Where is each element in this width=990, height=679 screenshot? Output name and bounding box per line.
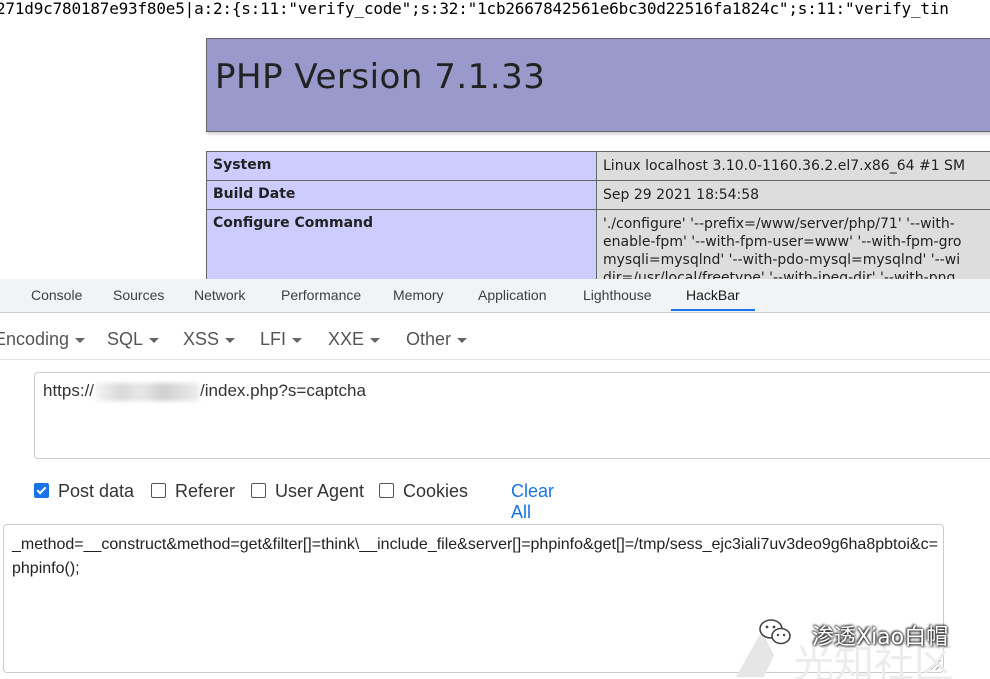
referer-checkbox[interactable]: Referer (151, 481, 235, 502)
info-value-line: Linux localhost 3.10.0-1160.36.2.el7.x86… (603, 158, 966, 174)
info-value-line: './configure' '--prefix=/www/server/php/… (603, 216, 955, 232)
checkbox-checked-icon[interactable] (34, 483, 49, 498)
tab-hackbar[interactable]: HackBar (686, 279, 740, 312)
php-info-page: 271d9c780187e93f80e5|a:2:{s:11:"verify_c… (0, 0, 990, 279)
info-value-line: enable-fpm' '--with-fpm-user=www' '--wit… (603, 234, 962, 250)
menu-label: LFI (260, 329, 287, 349)
info-value-line: dir=/usr/local/freetype' '--with-jpeg-di… (603, 270, 956, 279)
menu-label: SQL (107, 329, 144, 349)
tab-performance[interactable]: Performance (281, 279, 361, 312)
menu-label: Encoding (0, 329, 70, 349)
checkbox-icon[interactable] (251, 483, 266, 498)
session-data-line: 271d9c780187e93f80e5|a:2:{s:11:"verify_c… (0, 0, 949, 18)
caret-down-icon (75, 337, 86, 343)
url-prefix: https:// (43, 381, 95, 400)
info-key: Configure Command (206, 209, 597, 279)
tab-sources[interactable]: Sources (113, 279, 164, 312)
checkbox-icon[interactable] (151, 483, 166, 498)
post-data-textarea[interactable]: _method=__construct&method=get&filter[]=… (3, 524, 944, 673)
post-data-checkbox[interactable]: Post data (34, 481, 134, 502)
menu-label: XXE (328, 329, 365, 349)
tab-lighthouse[interactable]: Lighthouse (583, 279, 652, 312)
caret-down-icon (457, 337, 468, 343)
hackbar-menu-bar: Encoding SQL XSS LFI XXE Other (0, 313, 990, 360)
resize-grip-icon[interactable] (931, 660, 941, 670)
caret-down-icon (149, 337, 160, 343)
info-value: Linux localhost 3.10.0-1160.36.2.el7.x86… (596, 151, 990, 181)
info-value: './configure' '--prefix=/www/server/php/… (596, 209, 990, 279)
checkbox-icon[interactable] (379, 483, 394, 498)
info-value-line: Sep 29 2021 18:54:58 (603, 187, 760, 203)
active-tab-indicator (671, 309, 755, 311)
menu-xxe[interactable]: XXE (328, 329, 381, 350)
post-data-text: _method=__construct&method=get&filter[]=… (12, 536, 938, 577)
url-input[interactable]: https:// /index.php?s=captcha (34, 372, 990, 459)
devtools-tab-bar: Console Sources Network Performance Memo… (0, 279, 990, 313)
cookies-checkbox[interactable]: Cookies (379, 481, 468, 502)
info-value-line: mysqli=mysqlnd' '--with-pdo-mysql=mysqln… (603, 252, 961, 268)
user-agent-checkbox[interactable]: User Agent (251, 481, 364, 502)
info-key: System (206, 151, 597, 181)
wechat-icon (759, 619, 791, 645)
option-label: User Agent (275, 481, 365, 501)
tab-application[interactable]: Application (478, 279, 547, 312)
redacted-host (95, 382, 200, 401)
menu-xss[interactable]: XSS (183, 329, 236, 350)
tab-memory[interactable]: Memory (393, 279, 444, 312)
tab-console[interactable]: Console (31, 279, 82, 312)
menu-encoding[interactable]: Encoding (0, 329, 86, 350)
option-label: Referer (175, 481, 236, 501)
clear-all-button[interactable]: Clear All (511, 481, 554, 523)
table-row: Configure Command './configure' '--prefi… (206, 209, 990, 279)
info-key: Build Date (206, 180, 597, 210)
php-version-header: PHP Version 7.1.33 (206, 38, 990, 132)
table-row: Build Date Sep 29 2021 18:54:58 (206, 180, 990, 210)
menu-sql[interactable]: SQL (107, 329, 160, 350)
menu-label: XSS (183, 329, 220, 349)
option-label: Post data (58, 481, 135, 501)
caret-down-icon (225, 337, 236, 343)
menu-lfi[interactable]: LFI (260, 329, 303, 350)
caret-down-icon (370, 337, 381, 343)
php-version-title: PHP Version 7.1.33 (215, 57, 546, 97)
info-value: Sep 29 2021 18:54:58 (596, 180, 990, 210)
php-info-table: System Linux localhost 3.10.0-1160.36.2.… (206, 151, 990, 279)
watermark-text: 渗透Xiao白帽 (812, 625, 949, 650)
caret-down-icon (292, 337, 303, 343)
menu-other[interactable]: Other (406, 329, 468, 350)
menu-label: Other (406, 329, 452, 349)
option-label: Cookies (403, 481, 469, 501)
url-path: /index.php?s=captcha (200, 381, 366, 400)
tab-network[interactable]: Network (194, 279, 245, 312)
table-row: System Linux localhost 3.10.0-1160.36.2.… (206, 151, 990, 181)
url-text: https:// /index.php?s=captcha (43, 381, 366, 401)
